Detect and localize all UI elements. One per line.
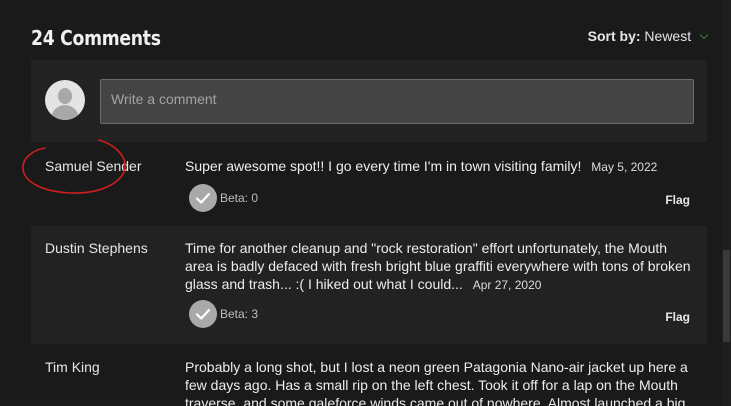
comment-item: Tim King Probably a long shot, but I los… (31, 344, 707, 406)
user-avatar-icon (45, 80, 85, 120)
chevron-down-icon (699, 30, 709, 40)
beta-count: Beta: 3 (220, 307, 259, 321)
comment-date: Apr 27, 2020 (472, 278, 542, 292)
flag-link[interactable]: Flag (665, 310, 690, 324)
scrollbar-thumb[interactable] (723, 250, 730, 342)
comment-text: Time for another cleanup and "rock resto… (185, 240, 691, 292)
comment-composer (31, 60, 707, 142)
checkmark-icon (195, 192, 211, 204)
comment-body: Time for another cleanup and "rock resto… (185, 239, 697, 294)
sort-dropdown[interactable]: Sort by: Newest (587, 28, 709, 44)
beta-count: Beta: 0 (220, 191, 259, 205)
comment-date: May 5, 2022 (591, 160, 658, 174)
comment-body: Super awesome spot!! I go every time I'm… (185, 157, 697, 176)
sort-value: Newest (644, 28, 692, 44)
comment-text: Probably a long shot, but I lost a neon … (185, 359, 688, 406)
comment-input[interactable] (100, 79, 694, 124)
checkmark-icon (195, 308, 211, 320)
comment-author[interactable]: Samuel Sender (45, 158, 142, 174)
comment-text: Super awesome spot!! I go every time I'm… (185, 158, 582, 174)
comment-item: Dustin Stephens Time for another cleanup… (31, 226, 707, 344)
comment-item: Samuel Sender Super awesome spot!! I go … (31, 142, 707, 226)
comment-body: Probably a long shot, but I lost a neon … (185, 358, 697, 406)
flag-link[interactable]: Flag (665, 193, 690, 207)
upvote-check-button[interactable] (189, 184, 217, 212)
sort-label: Sort by: (587, 28, 641, 44)
scrollbar[interactable] (722, 0, 731, 406)
comments-header: 24 Comments Sort by: Newest (31, 26, 709, 54)
comments-count-title: 24 Comments (31, 26, 161, 50)
comment-author[interactable]: Tim King (45, 359, 100, 375)
comment-author[interactable]: Dustin Stephens (45, 240, 148, 256)
comments-section: 24 Comments Sort by: Newest Samuel Sende… (0, 0, 731, 406)
upvote-check-button[interactable] (189, 300, 217, 328)
